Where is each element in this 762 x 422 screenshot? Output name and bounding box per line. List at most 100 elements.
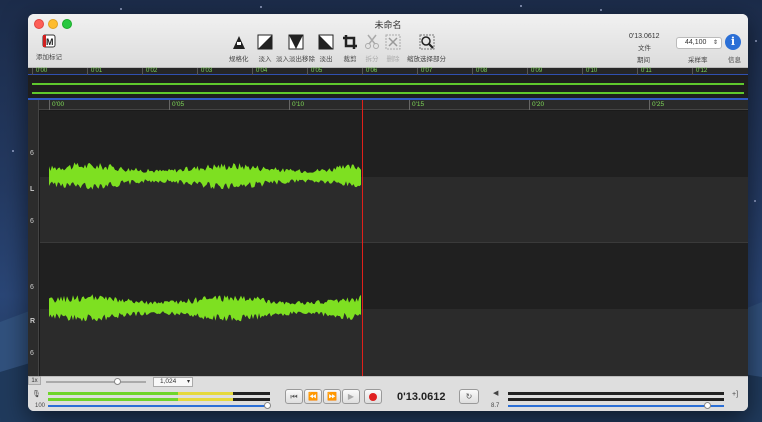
ruler-tick: 0'15 — [409, 100, 424, 110]
delete-selection-icon — [385, 34, 401, 50]
right-lower-mark: 6 — [30, 350, 34, 357]
loop-button[interactable]: ↻ — [459, 389, 479, 404]
overview-left-channel — [32, 83, 744, 85]
fast-forward-button[interactable]: ⏩ — [323, 389, 341, 404]
window-title: 未命名 — [374, 20, 402, 30]
ruler-tick: 0'10 — [289, 100, 304, 110]
input-meter-peak — [178, 392, 233, 395]
time-ruler[interactable]: 0'00 0'05 0'10 0'15 0'20 0'25 — [39, 100, 748, 110]
ruler-tick: 0'05 — [169, 100, 184, 110]
overview-tick: 0'04 — [252, 68, 267, 75]
zoom-label: 1x — [31, 378, 38, 384]
playhead-cursor[interactable] — [362, 100, 363, 376]
overview-tick: 0'02 — [142, 68, 157, 75]
split-label: 拆分 — [365, 56, 379, 63]
overview-tick: 0'09 — [527, 68, 542, 75]
normalize-icon — [232, 36, 245, 49]
fade-in-icon — [257, 34, 273, 50]
zoom-slider[interactable] — [46, 378, 146, 385]
duration-value: 0'13.0612 — [629, 33, 660, 40]
crop-label: 裁剪 — [343, 56, 357, 63]
overview-tick: 0'05 — [307, 68, 322, 75]
rewind-icon: ⏪ — [308, 392, 318, 401]
app-window: 未命名 M 添加标记 规格化 淡入 淡入淡出移除 淡出 裁剪 拆分 删除 缩放选… — [28, 14, 748, 411]
fade-in-out-button[interactable]: 淡入淡出移除 — [276, 34, 315, 63]
delete-label: 删除 — [386, 56, 400, 63]
overview-ruler: 0'00 0'01 0'02 0'03 0'04 0'05 0'06 0'07 … — [28, 68, 748, 75]
overview-right-channel — [32, 92, 744, 94]
transport-bar: 1x 1,024 ▾ 🎙 100 ⏮ ⏪ ⏩ ▶ 0'13.0612 ↻ ◀ 8.… — [28, 376, 748, 411]
magnifier-icon — [419, 34, 434, 50]
left-channel-label: L — [30, 186, 35, 193]
right-upper-mark: 6 — [30, 284, 34, 291]
left-lower-mark: 6 — [30, 218, 34, 225]
input-level-value: 100 — [35, 403, 46, 409]
record-button[interactable] — [364, 389, 382, 404]
fade-in-out-icon — [288, 34, 303, 50]
delete-button[interactable]: 删除 — [385, 34, 401, 63]
overview-tick: 0'12 — [692, 68, 707, 75]
input-meter-right — [48, 398, 270, 401]
scissors-icon — [365, 34, 379, 49]
zoom-selection-button[interactable]: 缩放选择部分 — [407, 34, 446, 63]
add-marker-button[interactable]: M 添加标记 — [36, 34, 62, 61]
overview-waveform[interactable]: 0'00 0'01 0'02 0'03 0'04 0'05 0'06 0'07 … — [28, 68, 748, 100]
overview-tick: 0'06 — [362, 68, 377, 75]
crop-button[interactable]: 裁剪 — [342, 34, 358, 63]
right-channel-waveform — [49, 294, 361, 322]
overview-tick: 0'07 — [417, 68, 432, 75]
fade-in-label: 淡入 — [258, 56, 272, 63]
input-gain-knob[interactable] — [264, 402, 271, 409]
svg-text:M: M — [46, 37, 54, 47]
chevron-down-icon: ▾ — [186, 379, 190, 385]
file-label: 文件 — [638, 45, 651, 52]
input-meter-peak — [178, 398, 233, 401]
sample-rate-select[interactable]: 44,100 ⇕ — [676, 37, 722, 49]
output-meter-left — [508, 392, 724, 395]
play-button[interactable]: ▶ — [342, 389, 360, 404]
input-gain-slider[interactable] — [48, 405, 270, 407]
rewind-button[interactable]: ⏪ — [304, 389, 322, 404]
right-track-band — [40, 243, 748, 276]
skip-back-icon: ⏮ — [290, 392, 298, 401]
input-meter-fill — [48, 398, 178, 401]
record-icon — [369, 393, 377, 401]
output-volume-slider[interactable] — [508, 405, 724, 407]
ruler-tick: 0'20 — [529, 100, 544, 110]
fade-in-button[interactable]: 淡入 — [257, 34, 273, 63]
skip-to-start-button[interactable]: ⏮ — [285, 389, 303, 404]
zoom-select-value: 1,024 — [160, 378, 177, 385]
left-track-band — [40, 111, 748, 144]
waveform-editor[interactable]: 6 L 6 6 R 6 0'00 0'05 0'10 0'15 0'20 0'2… — [28, 100, 748, 376]
right-track-band — [40, 342, 748, 376]
overview-tick: 0'01 — [87, 68, 102, 75]
fade-out-label: 淡出 — [319, 56, 333, 63]
zoom-select[interactable]: 1,024 ▾ — [153, 377, 193, 387]
zoom-1x-button[interactable]: 1x — [28, 376, 41, 385]
ruler-tick: 0'00 — [49, 100, 64, 110]
fade-out-button[interactable]: 淡出 — [318, 34, 334, 63]
play-icon: ▶ — [347, 392, 355, 401]
left-upper-mark: 6 — [30, 150, 34, 157]
ruler-tick: 0'25 — [649, 100, 664, 110]
output-volume-knob[interactable] — [704, 402, 711, 409]
expand-icon[interactable]: +] — [732, 391, 738, 398]
microphone-icon: 🎙 — [32, 391, 41, 398]
duration-label: 期间 — [637, 57, 650, 64]
fast-forward-icon: ⏩ — [327, 392, 337, 401]
overview-tick: 0'00 — [32, 68, 47, 75]
split-button[interactable]: 拆分 — [364, 34, 380, 63]
marker-icon: M — [42, 34, 56, 48]
zoom-slider-knob[interactable] — [114, 378, 121, 385]
sample-rate-label: 采样率 — [688, 57, 708, 64]
fade-out-icon — [318, 34, 334, 50]
overview-tick: 0'11 — [637, 68, 652, 75]
channel-gutter: 6 L 6 6 R 6 — [28, 100, 39, 376]
overview-tick: 0'08 — [472, 68, 487, 75]
loop-icon: ↻ — [465, 392, 473, 401]
info-icon[interactable]: i — [725, 34, 741, 50]
left-channel-waveform — [49, 162, 361, 190]
normalize-button[interactable]: 规格化 — [229, 34, 249, 63]
left-track-band — [40, 210, 748, 243]
normalize-label: 规格化 — [229, 56, 249, 63]
